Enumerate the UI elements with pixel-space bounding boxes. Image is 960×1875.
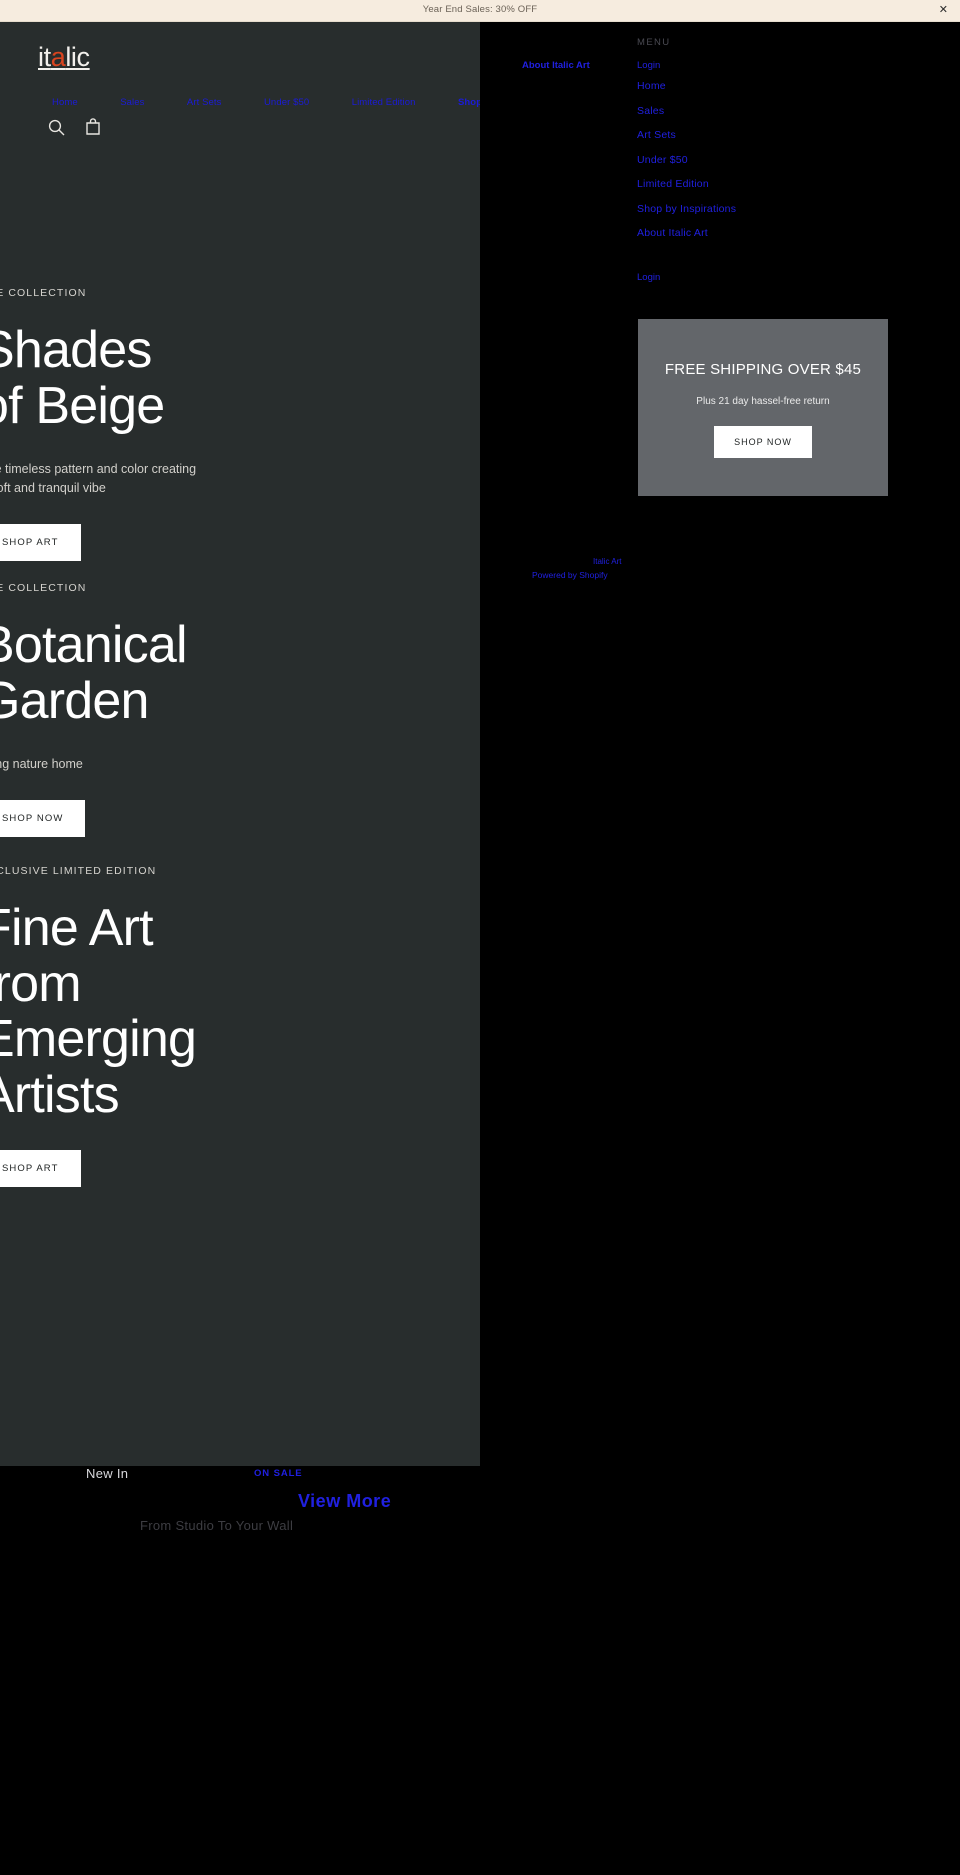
tab-on-sale[interactable]: ON SALE [254, 1468, 303, 1479]
tab-new-in[interactable]: New In [86, 1466, 128, 1481]
menu-panel-links: Home Sales Art Sets Under $50 Limited Ed… [637, 80, 937, 252]
shopping-bag-icon[interactable] [85, 118, 101, 141]
free-shipping-promo-card: FREE SHIPPING OVER $45 Plus 21 day hasse… [638, 319, 888, 496]
hero-eyebrow: THE COLLECTION [0, 287, 87, 299]
main-navigation: Home Sales Art Sets Under $50 Limited Ed… [52, 92, 480, 110]
hero-subtitle-line-1: The timeless pattern and color creating [0, 462, 197, 477]
hero-title-line-3: Emerging [0, 1010, 197, 1069]
hero-title-line-2: Garden [0, 671, 149, 730]
nav-item-art-sets[interactable]: Art Sets [187, 97, 222, 108]
close-icon[interactable]: ✕ [939, 4, 948, 16]
hero-slide-fine-art: EXCLUSIVE LIMITED EDITION Fine ArtfromEm… [0, 865, 480, 1187]
collection-strip: New In ON SALE View More From Studio To … [0, 1466, 960, 1875]
hero-title-line-2: of Beige [0, 376, 165, 435]
hero-title-line-1: Shades [0, 321, 152, 379]
hero-subtitle: Bring nature home [0, 757, 83, 772]
promo-banner-text: Year End Sales: 30% OFF [422, 4, 538, 15]
menu-item-under-50[interactable]: Under $50 [637, 154, 937, 166]
hero-subtitle: The timeless pattern and color creating a… [0, 460, 480, 498]
menu-login-link[interactable]: Login [637, 60, 660, 71]
nav-item-limited-edition[interactable]: Limited Edition [352, 97, 416, 108]
hero-slide-botanical-garden: THE COLLECTION BotanicalGarden Bring nat… [0, 582, 480, 837]
studio-tagline: From Studio To Your Wall [140, 1518, 294, 1533]
hero-slide-shades-of-beige: THE COLLECTION Shadesof Beige The timele… [0, 287, 480, 561]
menu-item-limited-edition[interactable]: Limited Edition [637, 178, 937, 190]
promo-card-subtitle: Plus 21 day hassel-free return [696, 396, 830, 407]
menu-item-about-italic-art[interactable]: About Italic Art [637, 227, 937, 239]
menu-account-login-link[interactable]: Login [637, 272, 660, 283]
hero-title-line-1: Fine Art [0, 899, 154, 957]
site-logo[interactable]: italic [38, 42, 90, 73]
panel-footer-credits: Italic Art Powered by Shopify [480, 547, 960, 607]
hero-cta-button[interactable]: SHOP NOW [0, 800, 86, 837]
hero-cta-button[interactable]: SHOP ART [0, 1149, 81, 1187]
panel-link-about-italic-art[interactable]: About Italic Art [522, 60, 590, 71]
search-icon[interactable] [48, 119, 65, 141]
menu-item-home[interactable]: Home [637, 80, 937, 92]
site-header: italic Home Sales Art Sets Under $50 Lim… [0, 22, 480, 135]
footer-powered-by-link[interactable]: Powered by Shopify [532, 570, 608, 580]
hero-subtitle-line-2: a soft and tranquil vibe [0, 481, 106, 495]
nav-item-under-50[interactable]: Under $50 [264, 97, 309, 108]
logo-text-before: it [38, 42, 51, 72]
collection-tab-bar: New In ON SALE [0, 1466, 960, 1506]
promo-card-title: FREE SHIPPING OVER $45 [664, 361, 862, 378]
menu-item-sales[interactable]: Sales [637, 105, 937, 117]
promo-banner: Year End Sales: 30% OFF ✕ [0, 0, 960, 22]
menu-panel-title: MENU [637, 37, 671, 48]
hero-title-line-2: from [0, 954, 82, 1013]
footer-shop-name-link[interactable]: Italic Art [593, 557, 621, 566]
menu-account-section: Login [637, 267, 660, 285]
view-more-link[interactable]: View More [298, 1491, 391, 1512]
page-content-column: italic Home Sales Art Sets Under $50 Lim… [0, 22, 480, 1466]
logo-accent-letter: a [50, 42, 66, 72]
hero-title: Shadesof Beige [0, 321, 480, 435]
nav-item-home[interactable]: Home [52, 97, 78, 108]
hero-eyebrow: EXCLUSIVE LIMITED EDITION [0, 865, 157, 877]
logo-text-after: lic [65, 42, 90, 72]
hero-title: BotanicalGarden [0, 616, 480, 730]
header-icon-group [48, 118, 101, 141]
hero-cta-button[interactable]: SHOP ART [0, 523, 81, 561]
menu-item-art-sets[interactable]: Art Sets [637, 129, 937, 141]
promo-card-shop-now-button[interactable]: SHOP NOW [714, 426, 812, 458]
hero-eyebrow: THE COLLECTION [0, 582, 87, 594]
menu-item-shop-by-inspirations[interactable]: Shop by Inspirations [637, 203, 937, 215]
hero-title: Fine ArtfromEmergingArtists [0, 899, 480, 1124]
nav-item-sales[interactable]: Sales [120, 97, 144, 108]
hero-title-line-4: Artists [0, 1065, 120, 1124]
hero-title-line-1: Botanical [0, 616, 188, 674]
nav-item-shop-by-inspirations[interactable]: Shop by Inspirations [458, 97, 480, 108]
